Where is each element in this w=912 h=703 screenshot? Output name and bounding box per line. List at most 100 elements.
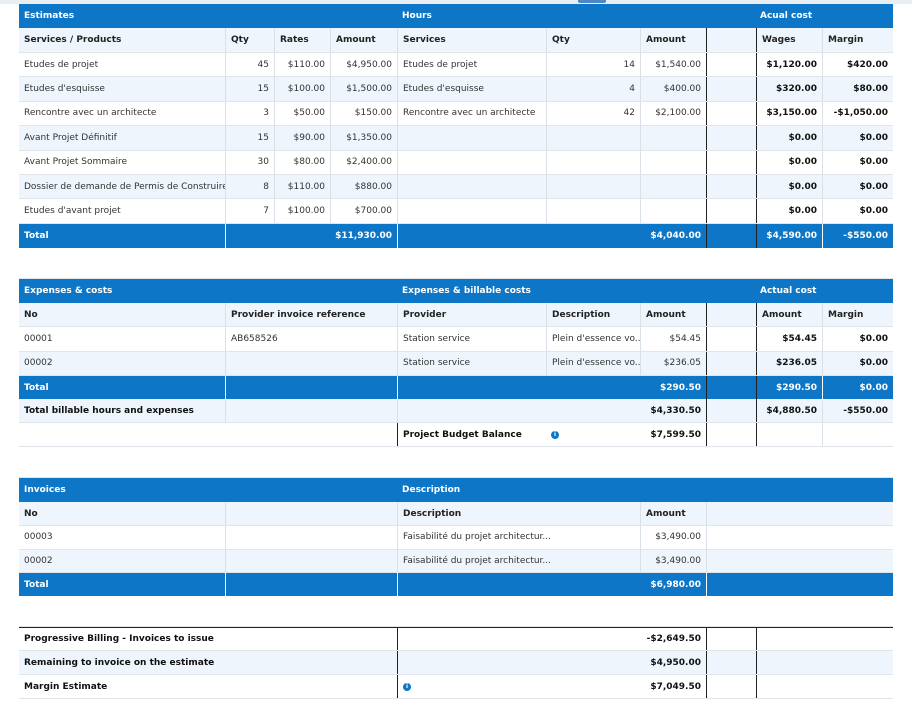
invoice-row: 00002 Faisabilité du projet architectur..… [19,549,893,573]
expenses-total-amount: $290.50 [397,376,706,399]
estimate-service: Dossier de demande de Permis de Construi… [24,181,225,192]
col-amount2: Amount [640,28,706,52]
hours-qty: 14 [546,53,640,77]
expense-margin: $0.00 [822,327,893,351]
info-icon[interactable]: i [403,682,411,691]
summary-spacer [706,628,756,650]
total-billable-spacer [706,399,756,422]
col-inv-no: No [24,508,38,519]
total-billable-actual: $4,880.50 [756,399,822,422]
estimate-qty: 15 [225,126,274,150]
invoice-empty2 [706,526,893,549]
hours-qty [546,175,640,199]
col-rates: Rates [274,28,330,52]
estimate-qty: 30 [225,150,274,174]
estimates-column-headers: Services / Products Qty Rates Amount Ser… [19,28,893,53]
remaining-amount: $4,950.00 [650,657,701,668]
invoices-total-label: Total [24,579,49,590]
invoice-amount: $3,490.00 [640,526,706,549]
margin-value: $0.00 [822,199,893,223]
expense-amount: $236.05 [640,351,706,375]
expense-amount: $54.45 [640,327,706,351]
estimate-qty: 45 [225,53,274,77]
margin-value: $80.00 [822,77,893,101]
col-description: Description [546,303,640,326]
margin-estimate-label: Margin Estimate [24,681,108,692]
margin-info-cell: i [397,675,640,698]
margin-value: -$1,050.00 [822,101,893,126]
estimate-amount: $1,350.00 [330,126,397,150]
estimate-row: Dossier de demande de Permis de Construi… [19,175,893,200]
total-billable-row: Total billable hours and expenses $4,330… [19,399,893,423]
estimate-qty: 15 [225,77,274,101]
margin-estimate-amount: $7,049.50 [650,681,701,692]
hours-qty [546,199,640,223]
estimate-row: Etudes de projet 45 $110.00 $4,950.00 Etudes… [19,53,893,78]
info-icon[interactable]: i [551,430,559,439]
col-inv-description: Description [397,502,640,525]
expenses-total-actual: $290.50 [756,376,822,399]
col-no: No [24,309,38,320]
wages-value: $3,150.00 [756,101,822,126]
hours-qty [546,150,640,174]
expense-provider-ref: AB658526 [225,327,397,351]
hours-amount: $400.00 [640,77,706,101]
expense-no: 00002 [24,358,53,369]
expenses-total-empty [225,376,397,399]
hours-service [397,150,546,174]
hours-amount [640,126,706,150]
col-qty2: Qty [546,28,640,52]
expense-row: 00001 AB658526 Station service Plein d'esse… [19,327,893,352]
hours-amount [640,199,706,223]
estimates-title: Estimates [24,11,75,21]
invoice-no: 00002 [24,555,53,566]
expense-provider-ref [225,351,397,375]
expense-no: 00001 [24,333,53,344]
budget-balance-label: Project Budget Balance [397,423,546,446]
hours-qty: 4 [546,77,640,101]
total-spacer [706,376,756,399]
hours-amount: $1,540.00 [640,53,706,77]
expenses-section-header: Expenses & costs Expenses & billable cos… [19,279,893,303]
estimate-row: Avant Projet Sommaire 30 $80.00 $2,400.00 $0… [19,150,893,175]
wages-value: $0.00 [756,150,822,174]
invoice-description: Faisabilité du projet architectur... [397,526,640,549]
section-spacer [19,248,893,279]
total-billable-margin: -$550.00 [822,399,893,422]
hours-service [397,199,546,223]
progressive-billing-row: Progressive Billing - Invoices to issue … [19,627,893,651]
total-spacer [706,224,756,248]
estimate-rate: $50.00 [274,101,330,126]
expense-margin: $0.00 [822,351,893,375]
margin-value: $0.00 [822,150,893,174]
expense-row: 00002 Station service Plein d'essence vo..… [19,351,893,376]
invoice-row: 00003 Faisabilité du projet architectur..… [19,526,893,550]
expenses-costs-title: Expenses & costs [24,286,113,296]
col-wages: Wages [756,28,822,52]
hours-service: Rencontre avec un architecte [397,101,546,126]
expenses-total-label: Total [24,382,49,393]
invoice-empty2 [706,549,893,572]
estimate-row: Etudes d'avant projet 7 $100.00 $700.00 $0.0… [19,199,893,224]
remaining-empty [397,651,640,674]
estimate-qty: 3 [225,101,274,126]
col-exp-amount2: Amount [756,303,822,326]
expense-provider: Station service [397,327,546,351]
invoices-total-row: Total $6,980.00 [19,573,893,596]
estimate-service: Etudes d'esquisse [24,84,105,95]
budget-empty3 [822,423,893,446]
progressive-billing-label: Progressive Billing - Invoices to issue [24,634,214,644]
budget-empty [19,423,397,446]
estimate-rate: $80.00 [274,150,330,174]
col-services: Services [397,28,546,52]
wages-value: $0.00 [756,126,822,150]
invoice-no: 00003 [24,532,53,543]
progressive-billing-amount: -$2,649.50 [646,634,701,644]
section-spacer [19,596,893,627]
estimate-amount: $1,500.00 [330,77,397,101]
hours-service [397,175,546,199]
scroll-indicator[interactable] [578,0,606,3]
col-inv-empty [225,502,397,525]
row-spacer [706,77,756,101]
margin-estimate-row: Margin Estimate i $7,049.50 [19,675,893,699]
